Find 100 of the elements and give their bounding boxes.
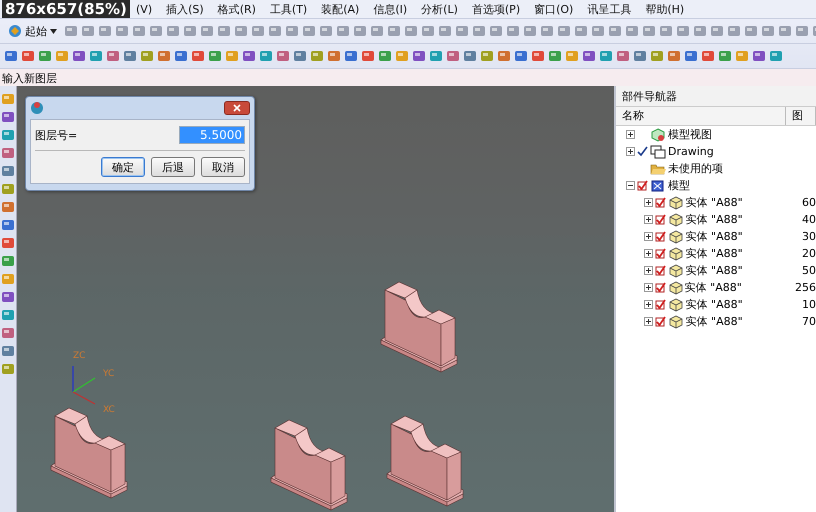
- toolbar-icon[interactable]: [132, 24, 146, 38]
- toolbar-icon[interactable]: [38, 49, 52, 63]
- toolbar-icon[interactable]: [421, 24, 435, 38]
- expand-toggle[interactable]: [644, 283, 653, 292]
- toolbar-icon[interactable]: [1, 182, 15, 196]
- expand-toggle[interactable]: [626, 147, 635, 156]
- checkmark-icon[interactable]: [637, 146, 648, 157]
- toolbar-icon[interactable]: [497, 49, 511, 63]
- toolbar-icon[interactable]: [727, 24, 741, 38]
- toolbar-icon[interactable]: [319, 24, 333, 38]
- toolbar-icon[interactable]: [55, 49, 69, 63]
- toolbar-icon[interactable]: [353, 24, 367, 38]
- toolbar-icon[interactable]: [557, 24, 571, 38]
- toolbar-icon[interactable]: [429, 49, 443, 63]
- close-button[interactable]: [224, 101, 250, 115]
- menu-item[interactable]: 窗口(O): [534, 2, 574, 16]
- toolbar-icon[interactable]: [378, 49, 392, 63]
- menu-item[interactable]: 工具(T): [270, 2, 308, 16]
- toolbar-icon[interactable]: [710, 24, 724, 38]
- toolbar-icon[interactable]: [489, 24, 503, 38]
- tree-item[interactable]: Drawing: [668, 145, 768, 158]
- dialog-button[interactable]: 取消: [201, 157, 245, 177]
- expand-toggle[interactable]: [644, 215, 653, 224]
- toolbar-icon[interactable]: [795, 24, 809, 38]
- menu-item[interactable]: 首选项(P): [472, 2, 520, 16]
- toolbar-icon[interactable]: [217, 24, 231, 38]
- toolbar-icon[interactable]: [191, 49, 205, 63]
- toolbar-icon[interactable]: [140, 49, 154, 63]
- toolbar-icon[interactable]: [684, 49, 698, 63]
- expand-toggle[interactable]: [644, 198, 653, 207]
- toolbar-icon[interactable]: [183, 24, 197, 38]
- checkbox[interactable]: [655, 197, 666, 208]
- checkbox[interactable]: [655, 248, 666, 259]
- toolbar-icon[interactable]: [276, 49, 290, 63]
- menu-item[interactable]: (V): [136, 2, 152, 16]
- toolbar-icon[interactable]: [242, 49, 256, 63]
- toolbar-icon[interactable]: [761, 24, 775, 38]
- toolbar-icon[interactable]: [1, 128, 15, 142]
- toolbar-icon[interactable]: [225, 49, 239, 63]
- collapse-toggle[interactable]: [626, 181, 635, 190]
- toolbar-icon[interactable]: [361, 49, 375, 63]
- toolbar-icon[interactable]: [752, 49, 766, 63]
- toolbar-icon[interactable]: [166, 24, 180, 38]
- toolbar-icon[interactable]: [1, 362, 15, 376]
- toolbar-icon[interactable]: [1, 110, 15, 124]
- menu-item[interactable]: 信息(I): [373, 2, 408, 16]
- expand-toggle[interactable]: [644, 249, 653, 258]
- toolbar-icon[interactable]: [438, 24, 452, 38]
- toolbar-icon[interactable]: [370, 24, 384, 38]
- toolbar-icon[interactable]: [310, 49, 324, 63]
- checkbox[interactable]: [655, 231, 666, 242]
- toolbar-icon[interactable]: [1, 326, 15, 340]
- toolbar-icon[interactable]: [106, 49, 120, 63]
- tree-item[interactable]: 实体 "A88": [686, 246, 800, 261]
- toolbar-icon[interactable]: [591, 24, 605, 38]
- menu-item[interactable]: 帮助(H): [645, 2, 684, 16]
- checkbox[interactable]: [655, 316, 666, 327]
- tree-item[interactable]: 模型视图: [668, 127, 768, 142]
- toolbar-icon[interactable]: [463, 49, 477, 63]
- toolbar-icon[interactable]: [523, 24, 537, 38]
- toolbar-icon[interactable]: [259, 49, 273, 63]
- toolbar-icon[interactable]: [149, 24, 163, 38]
- expand-toggle[interactable]: [644, 300, 653, 309]
- tree-item[interactable]: 模型: [668, 178, 768, 193]
- toolbar-icon[interactable]: [769, 49, 783, 63]
- toolbar-icon[interactable]: [446, 49, 460, 63]
- toolbar-icon[interactable]: [302, 24, 316, 38]
- column-header[interactable]: 名称: [616, 107, 786, 125]
- dialog-button[interactable]: 确定: [101, 157, 145, 177]
- toolbar-icon[interactable]: [701, 49, 715, 63]
- toolbar-icon[interactable]: [293, 49, 307, 63]
- toolbar-icon[interactable]: [336, 24, 350, 38]
- toolbar-icon[interactable]: [1, 308, 15, 322]
- menu-item[interactable]: 格式(R): [218, 2, 256, 16]
- tree-item[interactable]: 未使用的项: [668, 161, 768, 176]
- menu-item[interactable]: 讯呈工具: [587, 2, 632, 16]
- toolbar-icon[interactable]: [1, 146, 15, 160]
- toolbar-icon[interactable]: [174, 49, 188, 63]
- toolbar-icon[interactable]: [1, 164, 15, 178]
- toolbar-icon[interactable]: [157, 49, 171, 63]
- toolbar-icon[interactable]: [1, 200, 15, 214]
- tree-item[interactable]: 实体 "A88": [686, 229, 800, 244]
- toolbar-icon[interactable]: [200, 24, 214, 38]
- toolbar-icon[interactable]: [650, 49, 664, 63]
- toolbar-icon[interactable]: [412, 49, 426, 63]
- tree-item[interactable]: 实体 "A88": [686, 263, 800, 278]
- toolbar-icon[interactable]: [89, 49, 103, 63]
- toolbar-icon[interactable]: [1, 254, 15, 268]
- toolbar-icon[interactable]: [472, 24, 486, 38]
- checkbox[interactable]: [655, 299, 666, 310]
- toolbar-icon[interactable]: [21, 49, 35, 63]
- toolbar-icon[interactable]: [582, 49, 596, 63]
- start-button[interactable]: 起始: [4, 24, 61, 38]
- tree-item[interactable]: 实体 "A88": [686, 314, 800, 329]
- toolbar-icon[interactable]: [387, 24, 401, 38]
- toolbar-icon[interactable]: [574, 24, 588, 38]
- column-header[interactable]: 图: [786, 107, 816, 125]
- toolbar-icon[interactable]: [506, 24, 520, 38]
- toolbar-icon[interactable]: [659, 24, 673, 38]
- toolbar-icon[interactable]: [1, 290, 15, 304]
